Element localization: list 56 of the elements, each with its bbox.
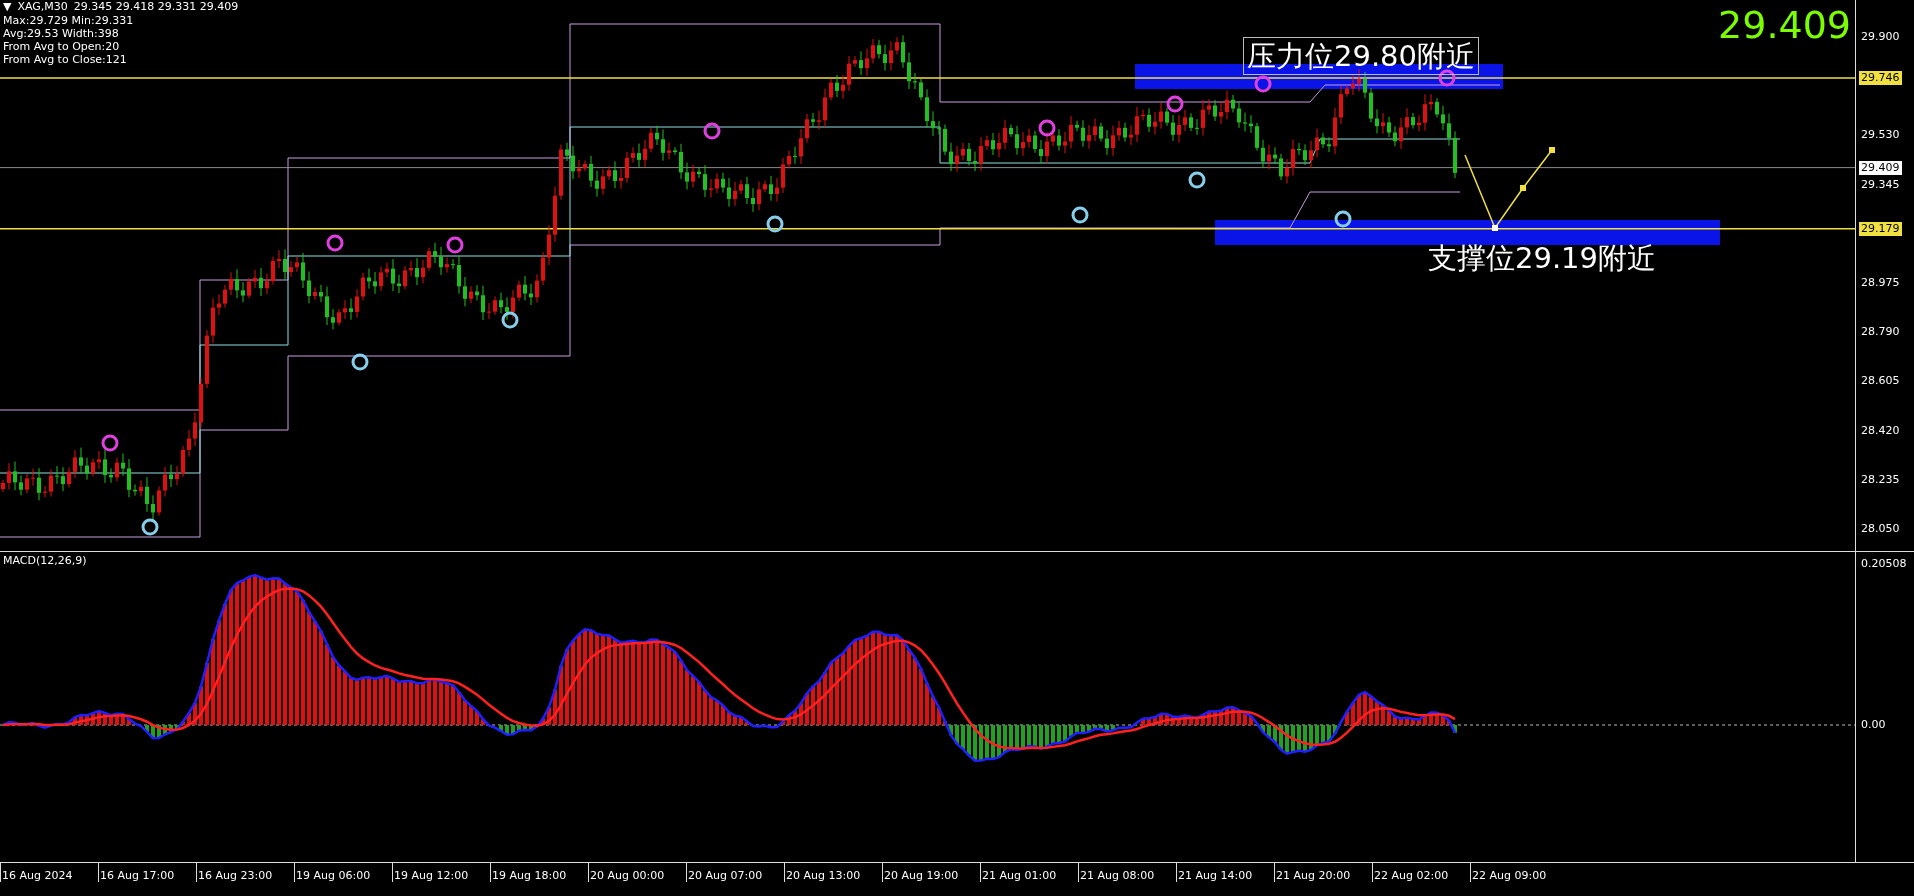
info-line: From Avg to Open:20 (3, 40, 121, 53)
time-tick-label: 20 Aug 19:00 (882, 863, 980, 883)
time-tick-label: 16 Aug 17:00 (98, 863, 196, 883)
signal-marker-icon (351, 353, 369, 371)
signal-marker-icon (141, 518, 159, 536)
time-tick-label: 21 Aug 08:00 (1078, 863, 1176, 883)
signal-marker-icon (1188, 171, 1206, 189)
time-tick-label: 19 Aug 12:00 (392, 863, 490, 883)
time-tick-label: 19 Aug 18:00 (490, 863, 588, 883)
signal-marker-icon (703, 122, 721, 140)
price-tick-label: 29.530 (1860, 128, 1901, 143)
time-tick-label: 20 Aug 00:00 (588, 863, 686, 883)
signal-marker-icon (101, 434, 119, 452)
info-line: Max:29.729 Min:29.331 (3, 14, 135, 27)
signal-marker-icon (1071, 206, 1089, 224)
signal-marker-icon (1166, 95, 1184, 113)
macd-label: MACD(12,26,9) (3, 554, 87, 568)
signal-marker-icon (1438, 69, 1456, 87)
price-tick-label: 28.235 (1860, 472, 1901, 487)
price-tick-label: 29.900 (1860, 30, 1901, 44)
signal-marker-icon (446, 236, 464, 254)
time-tick-label: 21 Aug 20:00 (1274, 863, 1372, 883)
collapse-glyph[interactable]: ▼ (3, 0, 12, 14)
resistance-note: 压力位29.80附近 (1243, 37, 1480, 75)
macd-tick-label: 0.20508 (1860, 557, 1908, 572)
price-tick-label: 28.790 (1860, 325, 1901, 340)
price-tag: 29.746 (1859, 70, 1902, 85)
signal-marker-icon (1254, 75, 1272, 93)
time-tick-label: 20 Aug 07:00 (686, 863, 784, 883)
time-tick-label: 21 Aug 14:00 (1176, 863, 1274, 883)
price-tick-label: 28.975 (1860, 276, 1901, 291)
last-price: 29.409 (1718, 4, 1851, 46)
time-tick-label: 22 Aug 09:00 (1470, 863, 1568, 883)
time-tick-label: 19 Aug 06:00 (294, 863, 392, 883)
signal-marker-icon (766, 215, 784, 233)
macd-tick-label: 0.00 (1860, 718, 1887, 733)
time-tick-label: 22 Aug 02:00 (1372, 863, 1470, 883)
price-tick-label: 28.605 (1860, 374, 1901, 389)
support-note: 支撑位29.19附近 (1427, 240, 1658, 276)
time-tick-label: 21 Aug 01:00 (980, 863, 1078, 883)
info-line: From Avg to Close:121 (3, 53, 128, 66)
ohlc-values: 29.345 29.418 29.331 29.409 (73, 0, 239, 14)
time-tick-label: 16 Aug 2024 (0, 863, 98, 883)
price-tick-label: 28.420 (1860, 423, 1901, 438)
time-tick-label: 16 Aug 23:00 (196, 863, 294, 883)
price-tick-label: 29.345 (1860, 177, 1901, 192)
time-tick-label: 20 Aug 13:00 (784, 863, 882, 883)
signal-marker-icon (1038, 119, 1056, 137)
price-tag: 29.409 (1859, 160, 1902, 175)
symbol-label: XAG,M30 (17, 0, 68, 14)
price-tag: 29.179 (1859, 221, 1902, 236)
info-line: Avg:29.53 Width:398 (3, 27, 120, 40)
price-tick-label: 28.050 (1860, 522, 1901, 537)
signal-marker-icon (326, 234, 344, 252)
signal-marker-icon (1334, 210, 1352, 228)
signal-marker-icon (501, 311, 519, 329)
